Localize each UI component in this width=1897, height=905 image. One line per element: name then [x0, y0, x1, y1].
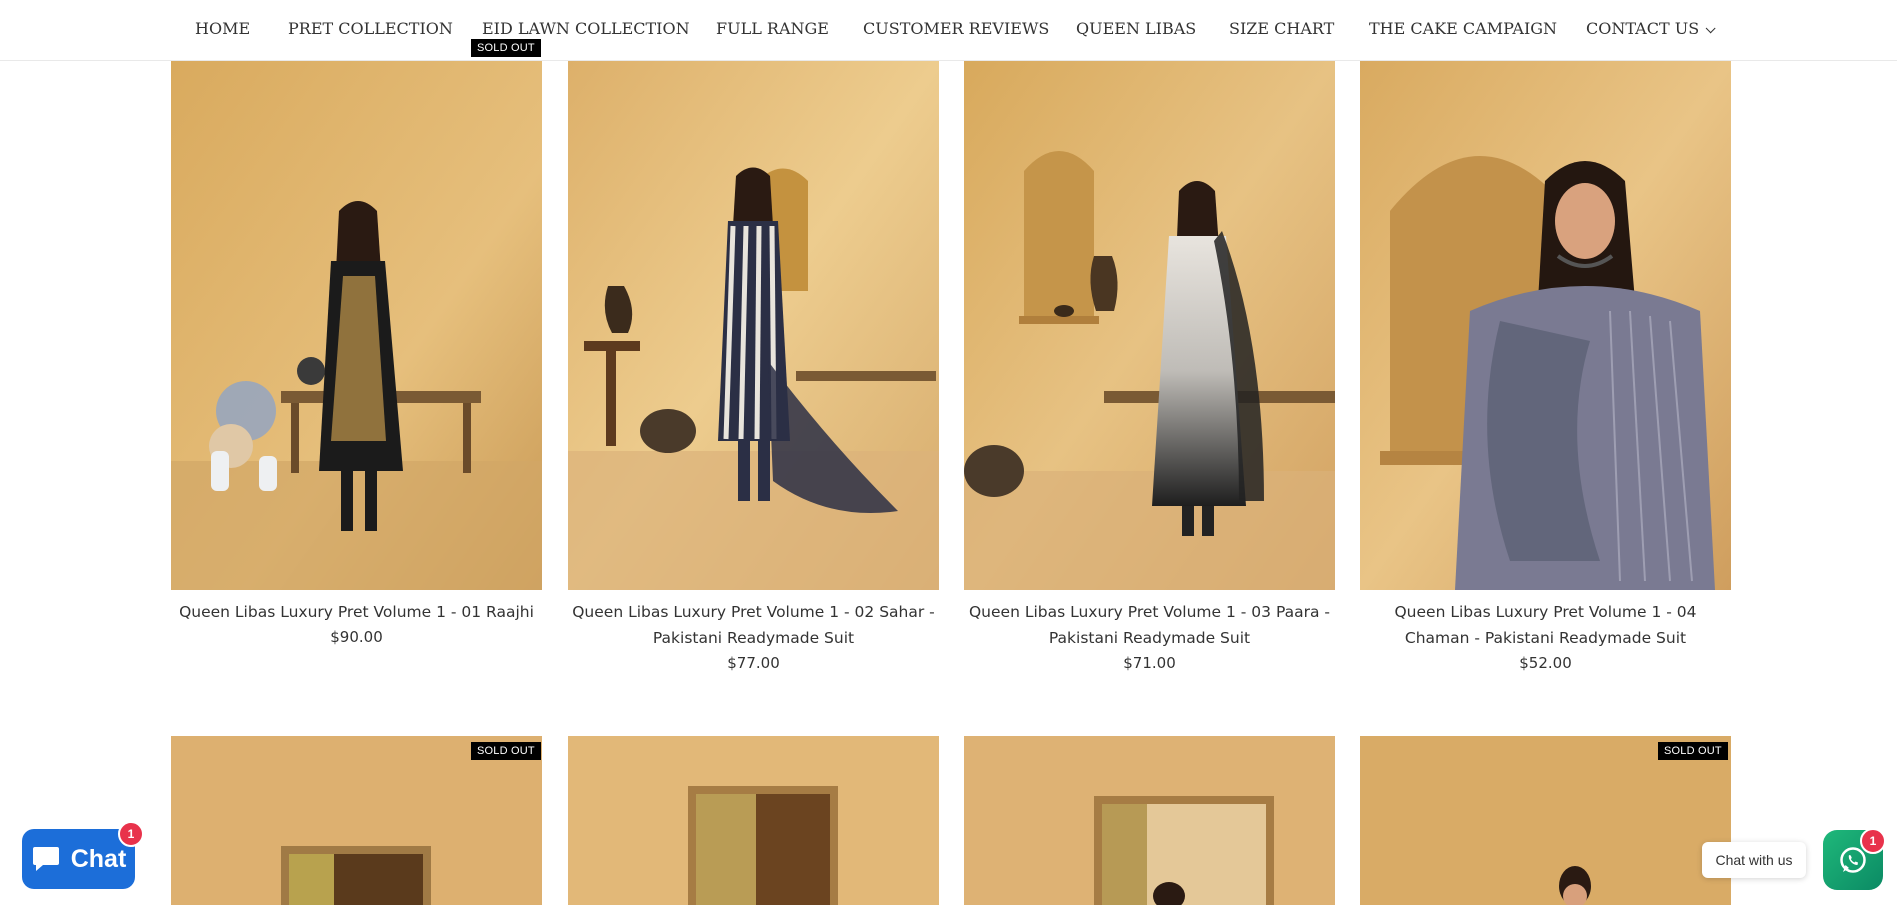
product-price: $52.00 — [1519, 654, 1572, 672]
product-title[interactable]: Queen Libas Luxury Pret Volume 1 - 04 Ch… — [1360, 599, 1731, 651]
product-image[interactable] — [964, 61, 1335, 590]
sold-out-badge: SOLD OUT — [471, 39, 541, 57]
product-image[interactable] — [568, 736, 939, 905]
nav-item-size-chart[interactable]: SIZE CHART — [1229, 19, 1334, 38]
product-price: $77.00 — [727, 654, 780, 672]
nav-item-eid-lawn-collection[interactable]: EID LAWN COLLECTION — [482, 19, 690, 38]
chevron-down-icon — [1705, 23, 1716, 34]
product-title[interactable]: Queen Libas Luxury Pret Volume 1 - 03 Pa… — [964, 599, 1335, 651]
main-navigation: HOME PRET COLLECTION EID LAWN COLLECTION… — [0, 0, 1897, 61]
product-title[interactable]: Queen Libas Luxury Pret Volume 1 - 01 Ra… — [171, 599, 542, 625]
sold-out-badge: SOLD OUT — [1658, 742, 1728, 760]
nav-item-contact-us-label: CONTACT US — [1586, 19, 1700, 38]
nav-item-full-range[interactable]: FULL RANGE — [716, 19, 829, 38]
product-image[interactable] — [1360, 736, 1731, 905]
product-price: $71.00 — [1123, 654, 1176, 672]
nav-item-customer-reviews[interactable]: CUSTOMER REVIEWS — [863, 19, 1049, 38]
nav-item-home[interactable]: HOME — [195, 19, 250, 38]
product-image[interactable] — [1360, 61, 1731, 590]
chat-bubble-icon — [32, 847, 59, 871]
product-image[interactable] — [171, 61, 542, 590]
nav-item-contact-us[interactable]: CONTACT US — [1586, 19, 1716, 38]
shopify-chat-label: Chat — [70, 844, 127, 873]
nav-item-queen-libas[interactable]: QUEEN LIBAS — [1076, 19, 1196, 38]
product-image[interactable] — [568, 61, 939, 590]
product-title[interactable]: Queen Libas Luxury Pret Volume 1 - 02 Sa… — [568, 599, 939, 651]
product-image[interactable] — [964, 736, 1335, 905]
nav-item-the-cake-campaign[interactable]: THE CAKE CAMPAIGN — [1369, 19, 1557, 38]
shopify-chat-notification-badge: 1 — [118, 821, 144, 847]
product-image[interactable] — [171, 736, 542, 905]
nav-item-pret-collection[interactable]: PRET COLLECTION — [288, 19, 453, 38]
whatsapp-tooltip[interactable]: Chat with us — [1702, 842, 1806, 878]
sold-out-badge: SOLD OUT — [471, 742, 541, 760]
whatsapp-notification-badge: 1 — [1860, 828, 1886, 854]
product-price: $90.00 — [330, 628, 383, 646]
